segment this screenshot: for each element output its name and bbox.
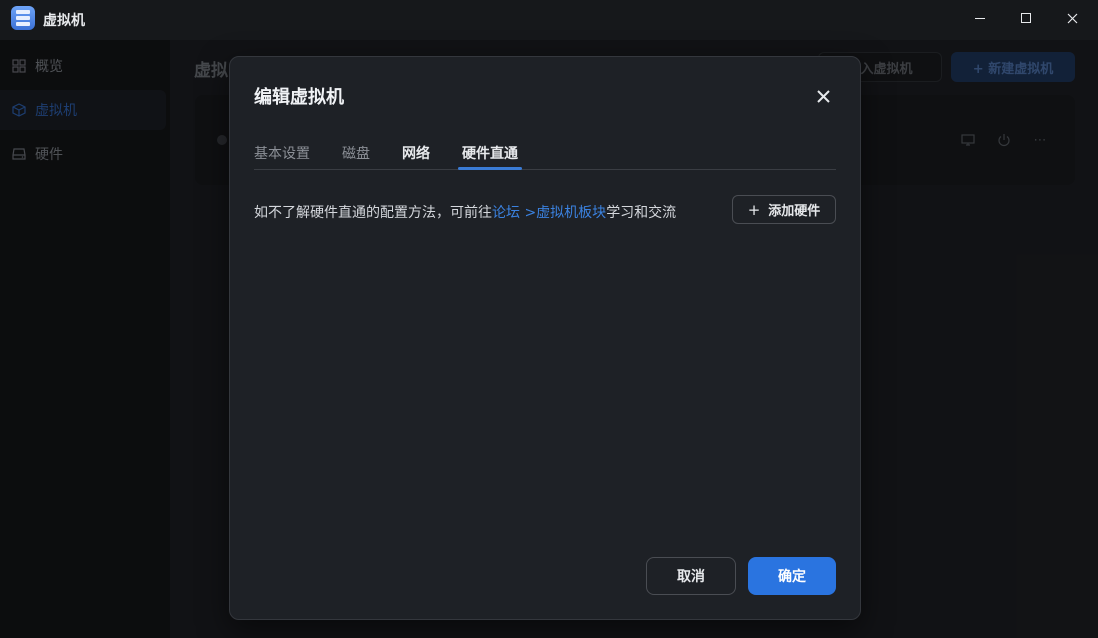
info-text-suffix: 学习和交流 — [606, 205, 677, 221]
dialog-title: 编辑虚拟机 — [254, 87, 344, 108]
tab-disk[interactable]: 磁盘 — [342, 143, 370, 170]
plus-icon: + — [747, 200, 761, 219]
add-hardware-label: 添加硬件 — [768, 204, 821, 219]
close-icon — [816, 89, 830, 103]
title-bar: 虚拟机 — [0, 0, 1098, 40]
add-hardware-button[interactable]: + 添加硬件 — [732, 195, 836, 224]
app-logo-icon — [11, 6, 35, 30]
tab-network[interactable]: 网络 — [402, 143, 430, 170]
tab-basic-settings[interactable]: 基本设置 — [254, 143, 310, 170]
maximize-button[interactable] — [1011, 6, 1041, 30]
confirm-button[interactable]: 确定 — [748, 557, 836, 595]
dialog-close-button[interactable] — [812, 85, 834, 107]
app-window: 虚拟机 概览 虚拟机 硬件 虚拟 导入虚拟机 + 新建虚拟机 ⋯ 编辑虚拟机 基… — [0, 0, 1098, 638]
dialog-tabs: 基本设置 磁盘 网络 硬件直通 — [254, 142, 836, 170]
passthrough-info: 如不了解硬件直通的配置方法，可前往论坛 >虚拟机板块学习和交流 — [254, 202, 676, 222]
close-window-button[interactable] — [1057, 6, 1087, 30]
tab-hardware-passthrough[interactable]: 硬件直通 — [462, 143, 518, 170]
cancel-button[interactable]: 取消 — [646, 557, 736, 595]
edit-vm-dialog: 编辑虚拟机 基本设置 磁盘 网络 硬件直通 如不了解硬件直通的配置方法，可前往论… — [229, 56, 861, 620]
close-icon — [1067, 13, 1077, 23]
minimize-button[interactable] — [965, 6, 995, 30]
app-title: 虚拟机 — [43, 13, 85, 29]
forum-link[interactable]: 论坛 >虚拟机板块 — [492, 205, 606, 221]
active-tab-indicator — [458, 167, 522, 170]
info-text: 如不了解硬件直通的配置方法，可前往 — [254, 205, 492, 221]
maximize-icon — [1021, 13, 1031, 23]
minimize-icon — [975, 17, 985, 19]
